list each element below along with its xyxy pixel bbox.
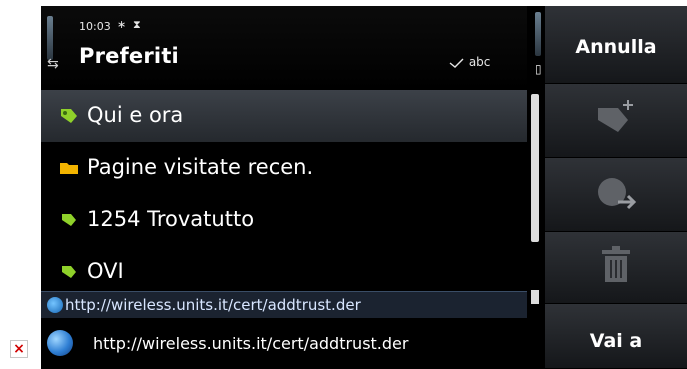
cancel-label: Annulla: [575, 36, 657, 58]
bluetooth-icon: ∗: [117, 18, 127, 31]
go-button[interactable]: Vai a: [545, 304, 687, 369]
scrollbar-end: [531, 290, 539, 304]
page-title: Preferiti: [79, 44, 179, 68]
address-bar[interactable]: http://wireless.units.it/cert/addtrust.d…: [41, 320, 527, 369]
bookmark-list: Qui e ora Pagine visitate recen. 1254 Tr…: [41, 90, 527, 286]
softkey-panel: Annulla Vai a: [545, 6, 687, 369]
add-bookmark-button[interactable]: [545, 84, 687, 158]
add-bookmark-icon: [591, 98, 641, 142]
address-url: http://wireless.units.it/cert/addtrust.d…: [93, 334, 409, 353]
clock: 10:03: [79, 20, 111, 33]
list-item-label: OVI: [87, 259, 124, 283]
battery-level-bar: [535, 12, 541, 56]
bookmark-icon: [59, 262, 79, 282]
delete-button[interactable]: [545, 232, 687, 304]
scrollbar-thumb[interactable]: [531, 94, 539, 242]
globe-arrow-icon: [591, 172, 641, 216]
phone-screen: 10:03 ∗ ⧗ ⇆ Preferiti abc ▯ Qui e ora Pa…: [41, 6, 687, 369]
tooltip-url: http://wireless.units.it/cert/addtrust.d…: [65, 296, 361, 314]
status-bar: 10:03 ∗ ⧗ ⇆ Preferiti abc ▯: [41, 6, 542, 90]
list-item[interactable]: 1254 Trovatutto: [41, 194, 527, 246]
bookmark-icon: [59, 210, 79, 230]
input-mode-text: abc: [468, 55, 491, 69]
folder-icon: [59, 158, 79, 178]
go-web-button[interactable]: [545, 158, 687, 232]
url-tooltip: http://wireless.units.it/cert/addtrust.d…: [41, 291, 527, 318]
input-mode-indicator: abc: [449, 55, 490, 69]
list-item[interactable]: Qui e ora: [41, 90, 527, 142]
satellite-icon: [47, 297, 63, 313]
pen-icon: [449, 58, 464, 68]
list-item-label: Pagine visitate recen.: [87, 155, 314, 179]
go-label: Vai a: [589, 330, 643, 352]
cancel-button[interactable]: Annulla: [545, 6, 687, 84]
location-bookmark-icon: [59, 106, 79, 126]
signal-strength-bar: [47, 16, 53, 60]
list-item[interactable]: Pagine visitate recen.: [41, 142, 527, 194]
broken-image-icon: ×: [10, 340, 28, 358]
task-switch-icon[interactable]: ⇆: [47, 56, 59, 72]
list-item-label: 1254 Trovatutto: [87, 207, 255, 231]
battery-icon: ▯: [535, 62, 542, 76]
trash-icon: [591, 244, 641, 288]
globe-icon: [47, 330, 73, 356]
list-item-label: Qui e ora: [87, 103, 184, 127]
hourglass-icon: ⧗: [133, 18, 141, 31]
